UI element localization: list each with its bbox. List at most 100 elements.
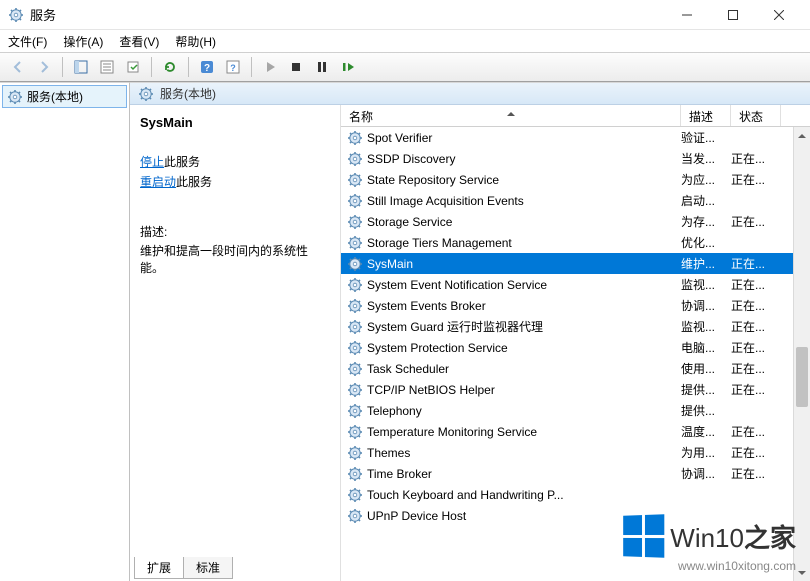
column-status[interactable]: 状态 bbox=[731, 105, 781, 126]
windows-logo-icon bbox=[623, 514, 664, 558]
service-list: 名称 描述 状态 Spot Verifier验证...SSDP Discover… bbox=[340, 105, 810, 581]
watermark-brand: Win10之家 bbox=[670, 518, 796, 555]
service-desc: 提供... bbox=[681, 381, 731, 398]
menu-view[interactable]: 查看(V) bbox=[119, 33, 159, 50]
back-button[interactable] bbox=[6, 55, 30, 79]
service-row[interactable]: Still Image Acquisition Events启动... bbox=[341, 190, 810, 211]
service-icon bbox=[347, 319, 363, 335]
maximize-button[interactable] bbox=[710, 0, 756, 30]
service-status: 正在... bbox=[731, 381, 781, 398]
service-name: Themes bbox=[367, 446, 681, 460]
service-status: 正在... bbox=[731, 255, 781, 272]
toolbar: ? ? bbox=[0, 52, 810, 82]
service-status: 正在... bbox=[731, 339, 781, 356]
service-name: Storage Service bbox=[367, 215, 681, 229]
minimize-button[interactable] bbox=[664, 0, 710, 30]
scroll-down-button[interactable] bbox=[794, 564, 810, 581]
service-icon bbox=[347, 424, 363, 440]
svg-text:?: ? bbox=[230, 63, 236, 73]
service-desc: 验证... bbox=[681, 129, 731, 146]
stop-service-button[interactable] bbox=[284, 55, 308, 79]
pause-service-button[interactable] bbox=[310, 55, 334, 79]
service-name: System Guard 运行时监视器代理 bbox=[367, 318, 681, 335]
service-name: System Event Notification Service bbox=[367, 278, 681, 292]
service-row[interactable]: State Repository Service为应...正在... bbox=[341, 169, 810, 190]
service-row[interactable]: Temperature Monitoring Service温度...正在... bbox=[341, 421, 810, 442]
service-row[interactable]: SSDP Discovery当发...正在... bbox=[341, 148, 810, 169]
service-icon bbox=[347, 277, 363, 293]
menu-help[interactable]: 帮助(H) bbox=[175, 33, 216, 50]
list-header: 名称 描述 状态 bbox=[341, 105, 810, 127]
restart-link[interactable]: 重启动 bbox=[140, 175, 176, 189]
restart-service-button[interactable] bbox=[336, 55, 360, 79]
service-name: SysMain bbox=[367, 257, 681, 271]
vertical-scrollbar[interactable] bbox=[793, 127, 810, 581]
service-name: Task Scheduler bbox=[367, 362, 681, 376]
service-desc: 电脑... bbox=[681, 339, 731, 356]
scroll-thumb[interactable] bbox=[796, 347, 808, 407]
restart-suffix: 此服务 bbox=[176, 175, 212, 189]
title-bar: 服务 bbox=[0, 0, 810, 30]
view-tabs: 扩展 标准 bbox=[134, 557, 232, 579]
selected-service-name: SysMain bbox=[140, 115, 330, 130]
service-row[interactable]: Touch Keyboard and Handwriting P... bbox=[341, 484, 810, 505]
show-hide-tree-button[interactable] bbox=[69, 55, 93, 79]
export-button[interactable] bbox=[121, 55, 145, 79]
properties-button[interactable] bbox=[95, 55, 119, 79]
column-name[interactable]: 名称 bbox=[341, 105, 681, 126]
service-name: Storage Tiers Management bbox=[367, 236, 681, 250]
service-row[interactable]: Storage Service为存...正在... bbox=[341, 211, 810, 232]
menu-action[interactable]: 操作(A) bbox=[63, 33, 103, 50]
forward-button[interactable] bbox=[32, 55, 56, 79]
service-name: State Repository Service bbox=[367, 173, 681, 187]
menu-file[interactable]: 文件(F) bbox=[8, 33, 47, 50]
help-button[interactable]: ? bbox=[195, 55, 219, 79]
services-icon bbox=[7, 89, 23, 105]
service-row[interactable]: Spot Verifier验证... bbox=[341, 127, 810, 148]
watermark: Win10之家 www.win10xitong.com bbox=[622, 515, 796, 573]
service-row[interactable]: System Event Notification Service监视...正在… bbox=[341, 274, 810, 295]
svg-text:?: ? bbox=[204, 63, 210, 74]
service-icon bbox=[347, 235, 363, 251]
service-desc: 优化... bbox=[681, 234, 731, 251]
service-row[interactable]: Telephony提供... bbox=[341, 400, 810, 421]
service-row[interactable]: TCP/IP NetBIOS Helper提供...正在... bbox=[341, 379, 810, 400]
service-icon bbox=[347, 340, 363, 356]
help2-button[interactable]: ? bbox=[221, 55, 245, 79]
start-service-button[interactable] bbox=[258, 55, 282, 79]
close-button[interactable] bbox=[756, 0, 802, 30]
service-row[interactable]: Time Broker协调...正在... bbox=[341, 463, 810, 484]
service-icon bbox=[347, 445, 363, 461]
service-row[interactable]: Task Scheduler使用...正在... bbox=[341, 358, 810, 379]
service-name: TCP/IP NetBIOS Helper bbox=[367, 383, 681, 397]
column-description[interactable]: 描述 bbox=[681, 105, 731, 126]
service-name: Spot Verifier bbox=[367, 131, 681, 145]
tab-standard[interactable]: 标准 bbox=[183, 557, 233, 579]
service-status: 正在... bbox=[731, 360, 781, 377]
service-icon bbox=[347, 214, 363, 230]
refresh-button[interactable] bbox=[158, 55, 182, 79]
tree-root-item[interactable]: 服务(本地) bbox=[2, 85, 127, 108]
service-row[interactable]: System Guard 运行时监视器代理监视...正在... bbox=[341, 316, 810, 337]
tree-pane: 服务(本地) bbox=[0, 82, 130, 581]
service-row[interactable]: System Protection Service电脑...正在... bbox=[341, 337, 810, 358]
service-row[interactable]: System Events Broker协调...正在... bbox=[341, 295, 810, 316]
service-name: Still Image Acquisition Events bbox=[367, 194, 681, 208]
service-row[interactable]: Themes为用...正在... bbox=[341, 442, 810, 463]
service-name: SSDP Discovery bbox=[367, 152, 681, 166]
service-icon bbox=[347, 298, 363, 314]
service-name: Time Broker bbox=[367, 467, 681, 481]
menu-bar: 文件(F) 操作(A) 查看(V) 帮助(H) bbox=[0, 30, 810, 52]
service-desc: 协调... bbox=[681, 297, 731, 314]
service-desc: 温度... bbox=[681, 423, 731, 440]
service-status: 正在... bbox=[731, 318, 781, 335]
stop-link[interactable]: 停止 bbox=[140, 155, 164, 169]
service-desc: 为存... bbox=[681, 213, 731, 230]
tab-extended[interactable]: 扩展 bbox=[134, 557, 184, 579]
scroll-up-button[interactable] bbox=[794, 127, 810, 144]
service-row[interactable]: Storage Tiers Management优化... bbox=[341, 232, 810, 253]
service-icon bbox=[347, 466, 363, 482]
service-row[interactable]: SysMain维护...正在... bbox=[341, 253, 810, 274]
pane-header-label: 服务(本地) bbox=[160, 85, 216, 102]
description-label: 描述: bbox=[140, 223, 330, 240]
